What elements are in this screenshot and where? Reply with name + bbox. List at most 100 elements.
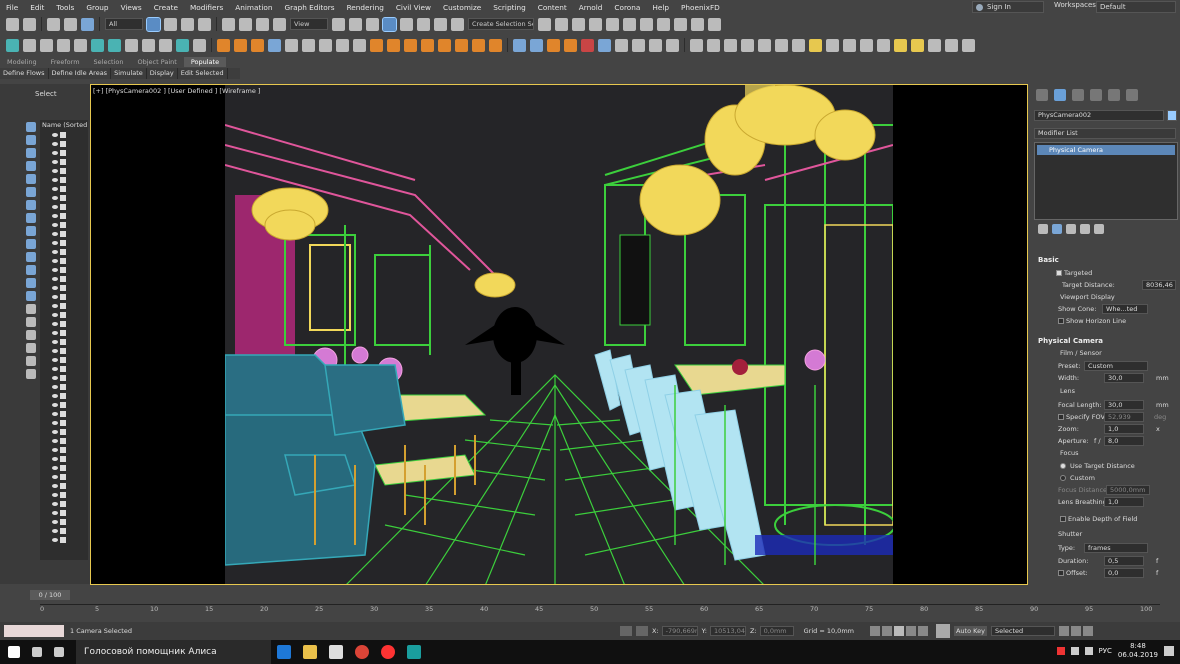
render-setup-icon[interactable] xyxy=(674,17,687,31)
modify-tab-icon[interactable] xyxy=(1054,89,1066,101)
aperture-field[interactable]: 8,0 xyxy=(1104,436,1144,446)
mirror-icon[interactable] xyxy=(538,17,551,31)
visibility-eye-icon[interactable] xyxy=(52,258,58,263)
menu-views[interactable]: Views xyxy=(115,3,148,12)
scene-object-row[interactable] xyxy=(40,148,88,157)
dome-light-icon[interactable] xyxy=(843,38,856,52)
select-manipulate-icon[interactable] xyxy=(349,17,362,31)
dependencies-icon[interactable] xyxy=(26,342,36,353)
particle-icon[interactable] xyxy=(302,38,315,52)
phoenix-fire-icon[interactable] xyxy=(387,38,400,52)
sky-portal-icon[interactable] xyxy=(809,38,822,52)
visibility-eye-icon[interactable] xyxy=(52,375,58,380)
visibility-eye-icon[interactable] xyxy=(52,429,58,434)
show-cone-dropdown[interactable]: Whe...ted xyxy=(1102,304,1148,314)
corona-light-icon[interactable] xyxy=(547,38,560,52)
lister-icon[interactable] xyxy=(57,38,70,52)
menu-edit[interactable]: Edit xyxy=(24,3,50,12)
scene-object-row[interactable] xyxy=(40,238,88,247)
visibility-eye-icon[interactable] xyxy=(52,339,58,344)
corona-scatter-icon[interactable] xyxy=(649,38,662,52)
physical-sky-icon[interactable] xyxy=(911,38,924,52)
undo-icon[interactable] xyxy=(6,17,19,31)
helper-filter-icon[interactable] xyxy=(26,186,36,197)
specify-fov-checkbox[interactable] xyxy=(1058,414,1064,420)
space-warp-filter-icon[interactable] xyxy=(26,199,36,210)
scene-object-row[interactable] xyxy=(40,508,88,517)
set-key-icon[interactable] xyxy=(935,624,950,638)
scale-icon[interactable] xyxy=(256,17,269,31)
display-button[interactable]: Display xyxy=(147,68,178,79)
key-filter-dropdown[interactable]: Selected xyxy=(990,626,1055,636)
visibility-eye-icon[interactable] xyxy=(52,348,58,353)
visibility-eye-icon[interactable] xyxy=(52,447,58,452)
visibility-eye-icon[interactable] xyxy=(52,474,58,479)
scene-object-row[interactable] xyxy=(40,274,88,283)
scene-object-row[interactable] xyxy=(40,139,88,148)
play-animation-icon[interactable] xyxy=(893,626,904,636)
keyboard-shortcut-icon[interactable] xyxy=(366,17,379,31)
custom-focus-radio[interactable] xyxy=(1060,475,1066,481)
next-frame-icon[interactable] xyxy=(905,626,916,636)
menu-arnold[interactable]: Arnold xyxy=(573,3,609,12)
pan-icon[interactable] xyxy=(1070,626,1081,636)
visibility-eye-icon[interactable] xyxy=(52,456,58,461)
grid-icon[interactable] xyxy=(928,38,941,52)
arnold-ipr-icon[interactable] xyxy=(792,38,805,52)
modifier-stack[interactable]: Physical Camera xyxy=(1034,142,1178,220)
scene-object-row[interactable] xyxy=(40,517,88,526)
camera-filter-icon[interactable] xyxy=(26,173,36,184)
phoenix-splash-icon[interactable] xyxy=(489,38,502,52)
pin-stack-icon[interactable] xyxy=(1038,224,1048,234)
scene-object-row[interactable] xyxy=(40,472,88,481)
scene-object-row[interactable] xyxy=(40,130,88,139)
visibility-eye-icon[interactable] xyxy=(52,420,58,425)
menu-graph-editors[interactable]: Graph Editors xyxy=(278,3,340,12)
scene-object-row[interactable] xyxy=(40,229,88,238)
liquid-icon[interactable] xyxy=(268,38,281,52)
shutter-type-dropdown[interactable]: frames xyxy=(1084,543,1148,553)
rendered-frame-window-icon[interactable] xyxy=(691,17,704,31)
bone-filter-icon[interactable] xyxy=(26,238,36,249)
menu-customize[interactable]: Customize xyxy=(437,3,487,12)
yandex-browser-icon[interactable] xyxy=(381,645,395,659)
sign-in-dropdown[interactable]: Sign In xyxy=(972,1,1044,13)
visibility-eye-icon[interactable] xyxy=(52,186,58,191)
scene-object-row[interactable] xyxy=(40,193,88,202)
scene-object-row[interactable] xyxy=(40,265,88,274)
shape-filter-icon[interactable] xyxy=(26,147,36,158)
visibility-eye-icon[interactable] xyxy=(52,510,58,515)
rotate-icon[interactable] xyxy=(239,17,252,31)
width-field[interactable]: 30,0 xyxy=(1104,373,1144,383)
ocean-icon[interactable] xyxy=(285,38,298,52)
visibility-eye-icon[interactable] xyxy=(52,195,58,200)
layer-explorer-icon[interactable] xyxy=(589,17,602,31)
material-editor-icon[interactable] xyxy=(657,17,670,31)
menu-group[interactable]: Group xyxy=(80,3,114,12)
corona-proxy-icon[interactable] xyxy=(632,38,645,52)
geometry-filter-icon[interactable] xyxy=(26,134,36,145)
arnold-light-icon[interactable] xyxy=(724,38,737,52)
menu-animation[interactable]: Animation xyxy=(229,3,278,12)
unlink-icon[interactable] xyxy=(64,17,77,31)
corona-render-icon[interactable] xyxy=(513,38,526,52)
camera-viewport[interactable]: [+] [PhysCamera002 ] [User Defined ] [Wi… xyxy=(90,84,1028,585)
arnold-photometric-icon[interactable] xyxy=(775,38,788,52)
phoenix-smoke-icon[interactable] xyxy=(404,38,417,52)
scene-object-row[interactable] xyxy=(40,202,88,211)
move-icon[interactable] xyxy=(222,17,235,31)
auto-key-button[interactable]: Auto Key xyxy=(953,626,987,636)
visibility-eye-icon[interactable] xyxy=(52,330,58,335)
select-by-name-icon[interactable] xyxy=(164,17,177,31)
edge-icon[interactable] xyxy=(277,645,291,659)
scene-object-row[interactable] xyxy=(40,220,88,229)
show-end-result-icon[interactable] xyxy=(1052,224,1062,234)
menu-civil-view[interactable]: Civil View xyxy=(390,3,437,12)
network-icon[interactable] xyxy=(1070,647,1079,655)
visibility-eye-icon[interactable] xyxy=(52,177,58,182)
visibility-eye-icon[interactable] xyxy=(52,528,58,533)
name-column-header[interactable]: Name (Sorted A xyxy=(40,120,88,130)
scene-object-list[interactable]: Name (Sorted A xyxy=(40,120,88,560)
scene-object-row[interactable] xyxy=(40,175,88,184)
render-icon[interactable] xyxy=(74,38,87,52)
